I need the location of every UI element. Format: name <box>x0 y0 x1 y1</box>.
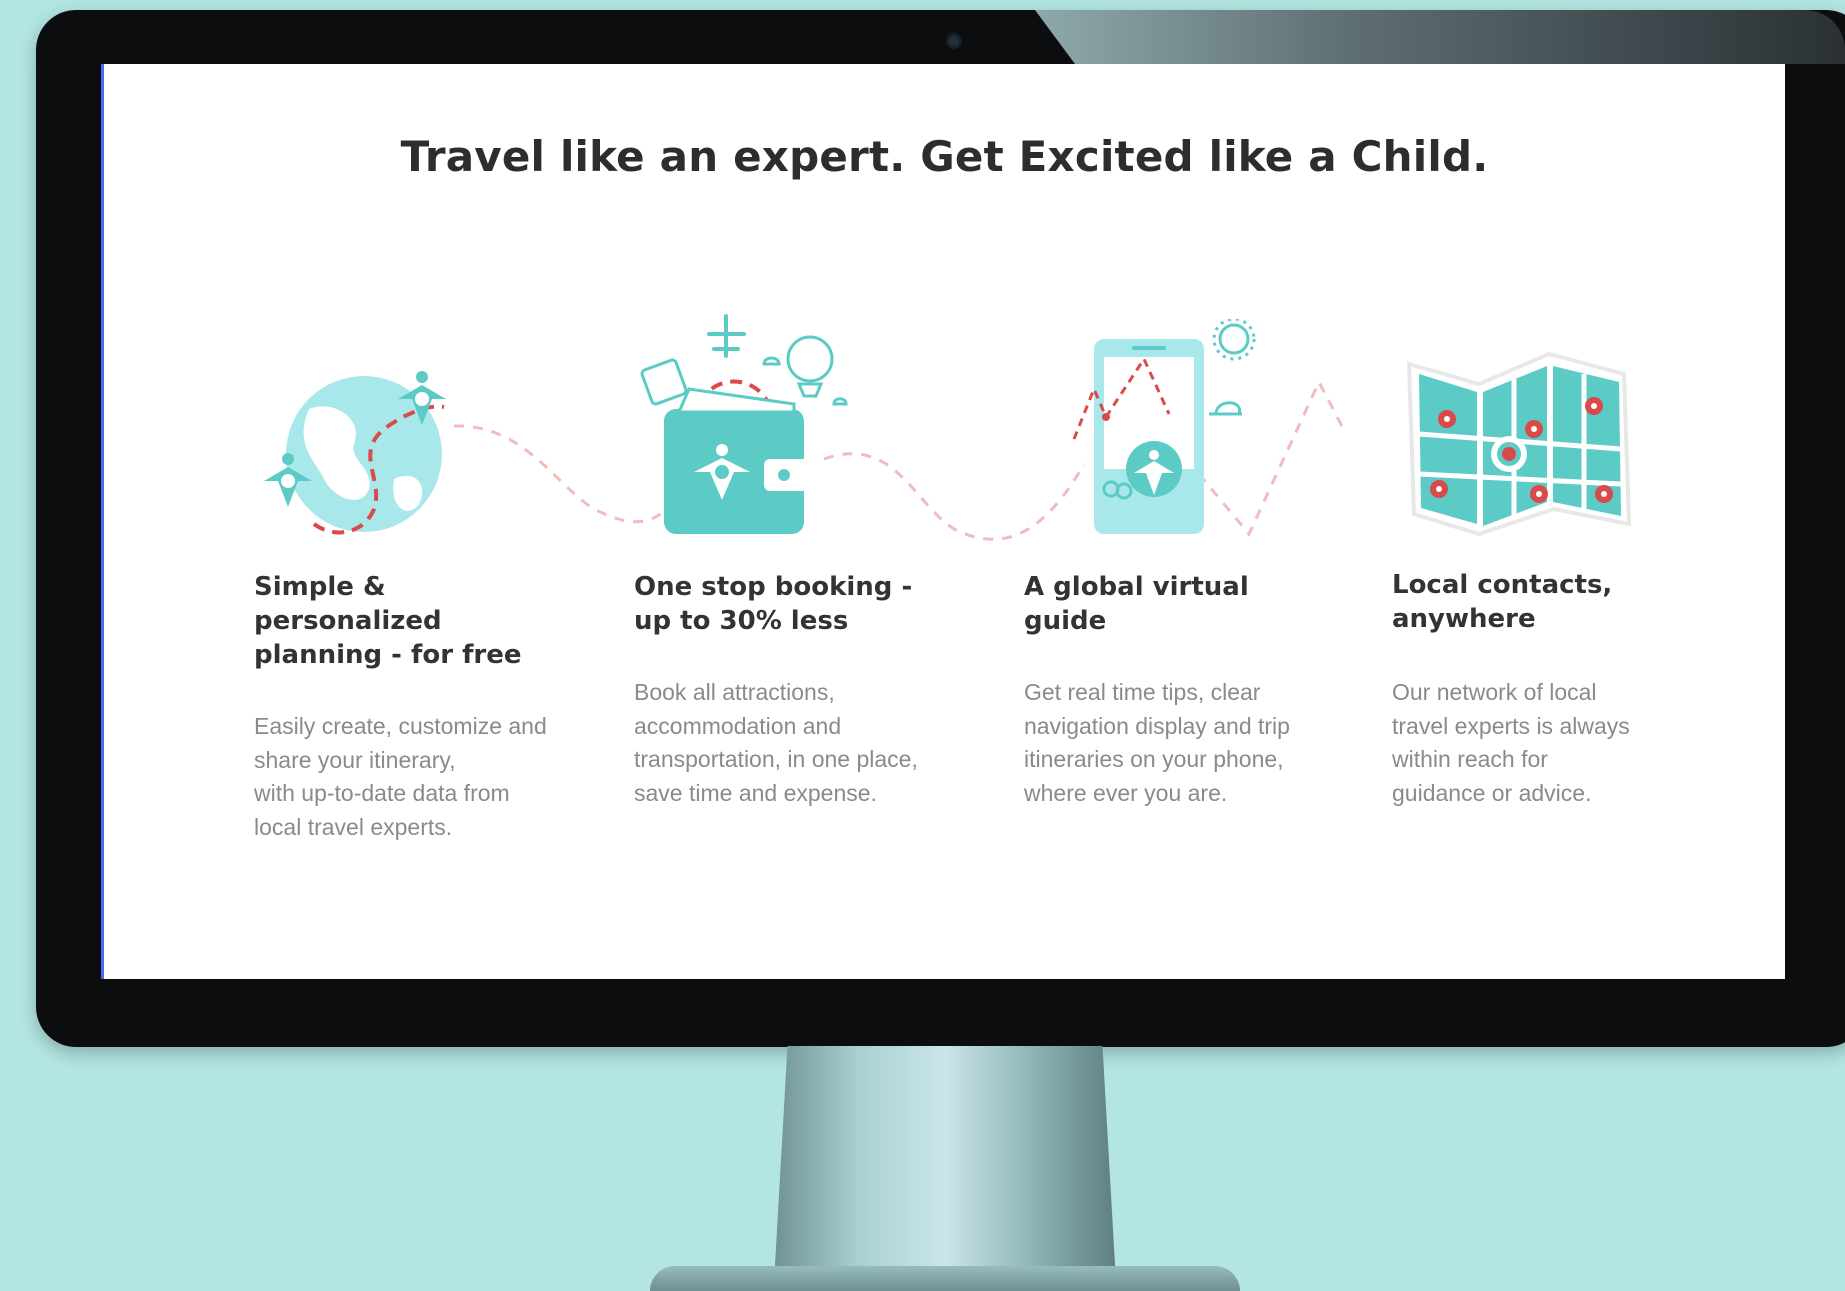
feature-description: Our network of local travel experts is a… <box>1392 679 1630 806</box>
wallet-icon <box>634 304 864 548</box>
monitor-mockup: Travel like an expert. Get Excited like … <box>0 0 1845 1291</box>
feature-description: Easily create, customize and share your … <box>254 713 547 840</box>
feature-description: Get real time tips, clear navigation dis… <box>1024 679 1290 806</box>
monitor-screen: Travel like an expert. Get Excited like … <box>101 64 1785 979</box>
webcam-icon <box>946 33 962 49</box>
phone-icon <box>1034 317 1264 543</box>
feature-booking: One stop booking - up to 30% less Book a… <box>634 570 954 810</box>
globe-icon <box>254 359 454 563</box>
bezel-glare <box>1035 10 1845 64</box>
feature-title: Local contacts, anywhere <box>1392 570 1613 634</box>
monitor-stand-base <box>650 1266 1240 1291</box>
feature-contacts: Local contacts, anywhere Our network of … <box>1392 568 1712 810</box>
feature-description: Book all attractions, accommodation and … <box>634 679 918 806</box>
feature-planning: Simple & personalized planning - for fre… <box>254 570 574 844</box>
feature-title: A global virtual guide <box>1024 572 1249 636</box>
map-icon <box>1399 344 1639 548</box>
feature-guide: A global virtual guide Get real time tip… <box>1024 570 1344 810</box>
feature-title: One stop booking - up to 30% less <box>634 572 913 636</box>
monitor-stand <box>773 1046 1117 1291</box>
feature-title: Simple & personalized planning - for fre… <box>254 572 522 670</box>
